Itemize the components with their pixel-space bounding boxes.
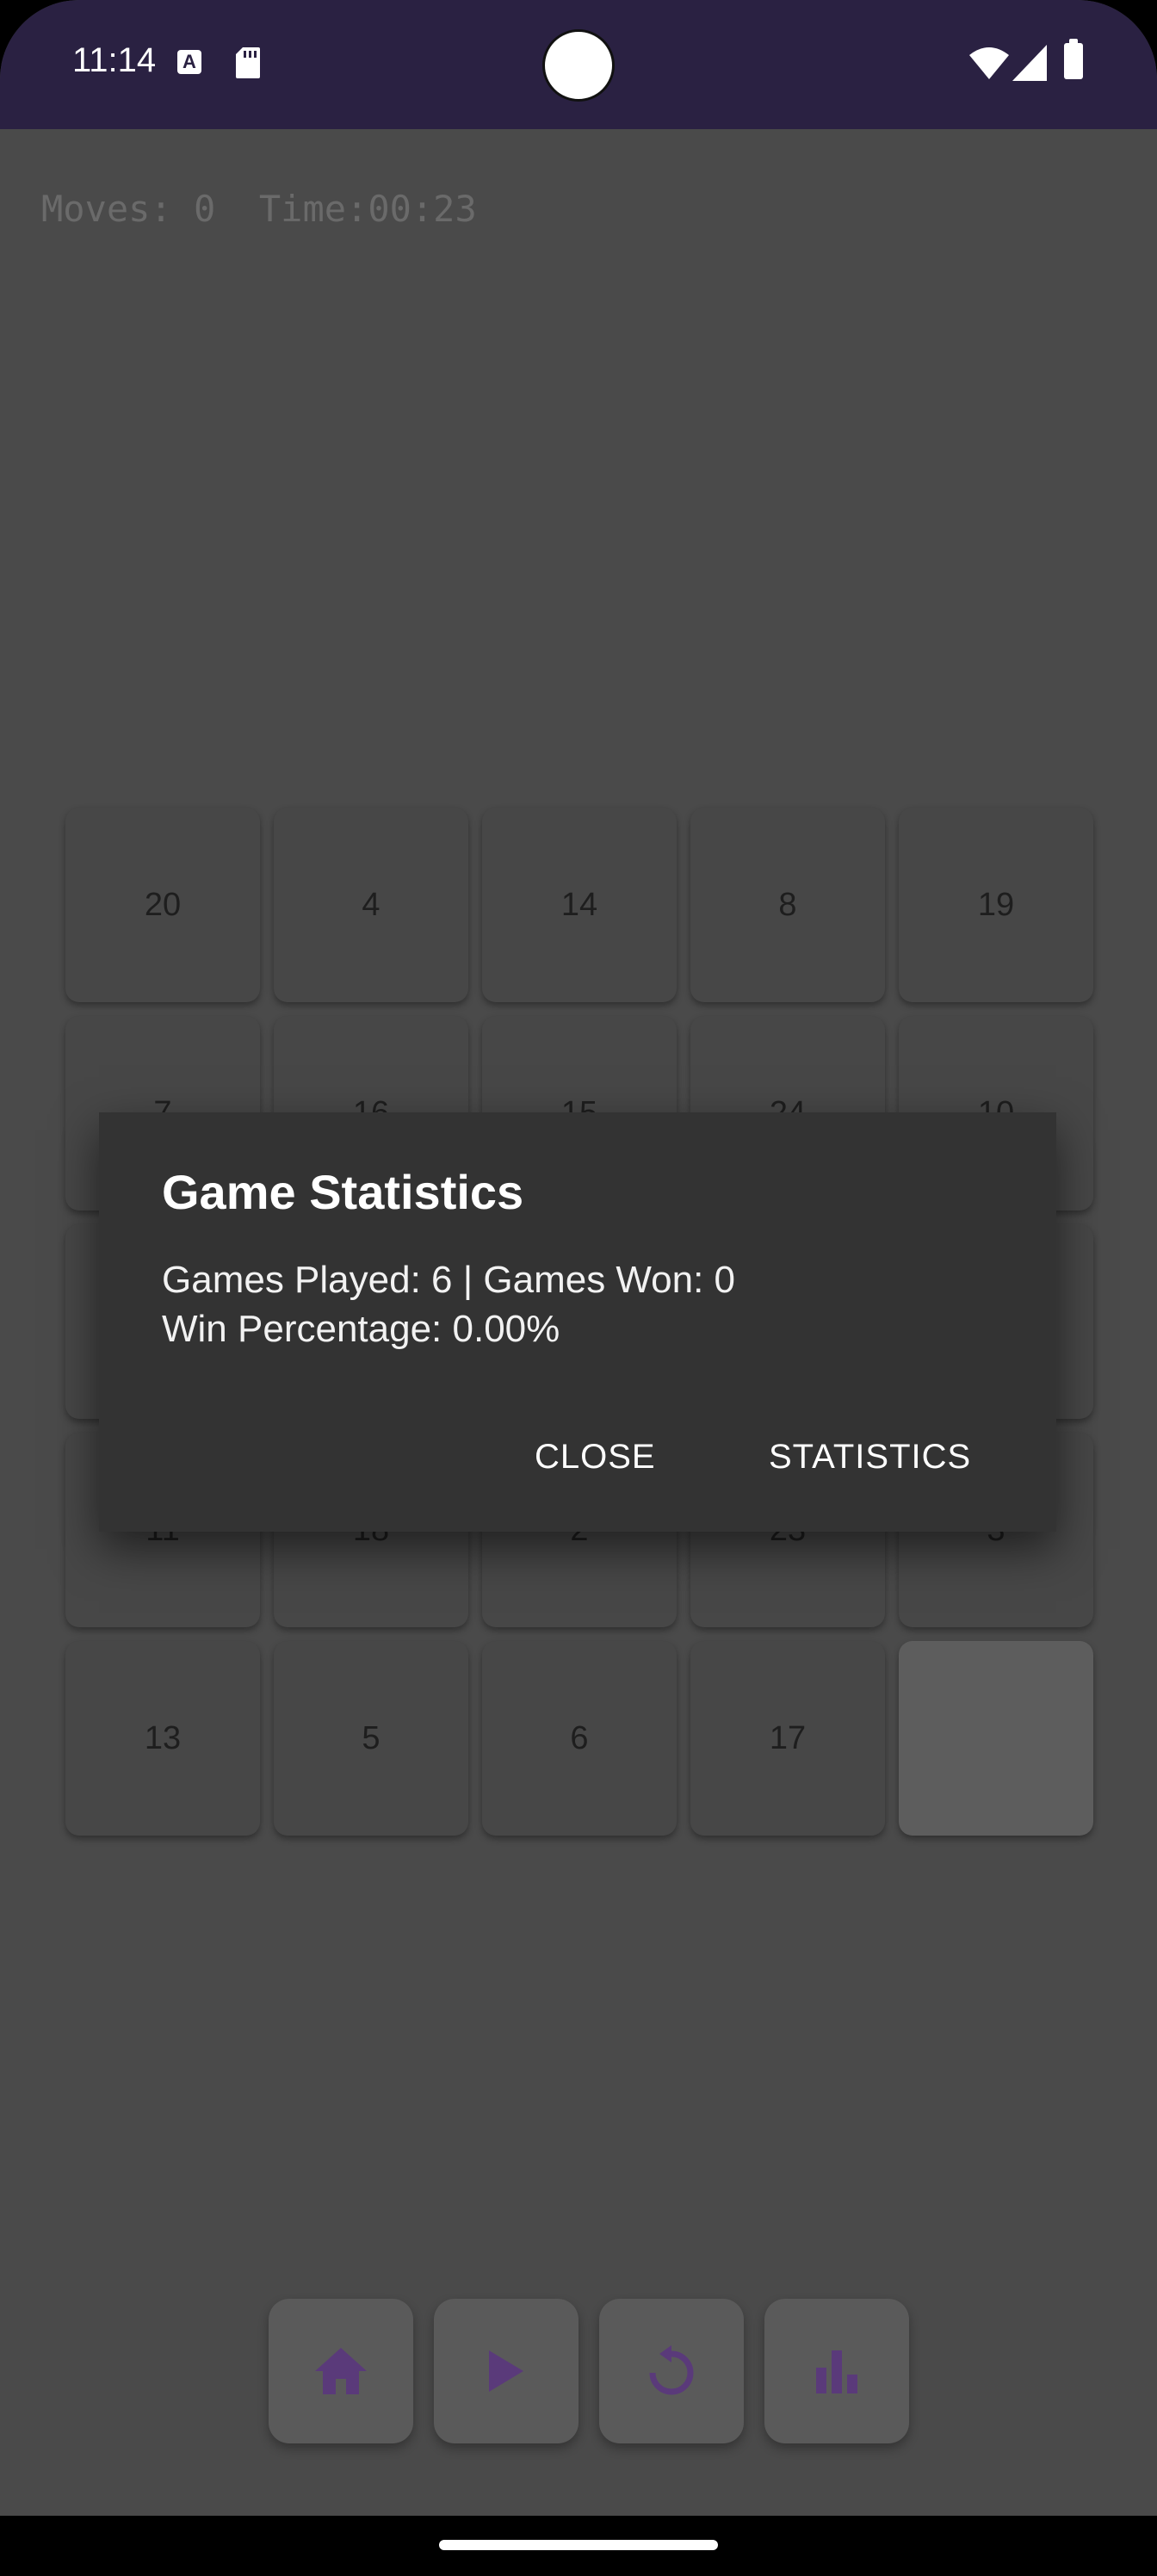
status-time: 11:14 — [72, 41, 157, 79]
tile[interactable]: 8 — [690, 808, 885, 1002]
time-value: 00:23 — [368, 188, 477, 230]
moves-value: 0 — [194, 188, 216, 230]
games-summary: Games Played: 6 | Games Won: 0 — [162, 1259, 736, 1301]
restart-button[interactable] — [599, 2299, 744, 2443]
moves-label: Moves: — [41, 188, 172, 230]
sd-card-icon — [236, 47, 260, 78]
bar-chart-icon — [816, 2350, 857, 2393]
tile[interactable]: 13 — [65, 1641, 260, 1836]
restart-icon — [649, 2345, 694, 2395]
statistics-dialog: Game Statistics Games Played: 6 | Games … — [99, 1112, 1056, 1532]
tile[interactable]: 17 — [690, 1641, 885, 1836]
tile[interactable]: 19 — [899, 808, 1093, 1002]
play-icon — [489, 2350, 523, 2392]
home-icon — [315, 2348, 367, 2394]
signal-icon — [1012, 45, 1047, 81]
wifi-icon — [969, 47, 1009, 79]
control-bar — [269, 2299, 909, 2443]
tile[interactable]: 20 — [65, 808, 260, 1002]
play-button[interactable] — [434, 2299, 578, 2443]
tile[interactable]: 4 — [274, 808, 468, 1002]
tile[interactable]: 6 — [482, 1641, 677, 1836]
statistics-button[interactable] — [764, 2299, 909, 2443]
game-hud: Moves: 0 Time:00:23 — [41, 188, 477, 230]
win-percentage: Win Percentage: 0.00% — [162, 1308, 560, 1350]
time-label: Time: — [258, 188, 368, 230]
screen: 11:14 A Moves: 0 Time:00:23 20 4 14 8 19… — [0, 0, 1157, 2576]
tile[interactable]: 5 — [274, 1641, 468, 1836]
close-button[interactable]: CLOSE — [535, 1438, 656, 1477]
home-gesture-handle[interactable] — [439, 2540, 718, 2550]
battery-icon — [1064, 39, 1083, 79]
empty-tile[interactable] — [899, 1641, 1093, 1836]
statistics-dialog-button[interactable]: STATISTICS — [769, 1438, 971, 1477]
home-button[interactable] — [269, 2299, 413, 2443]
dialog-title: Game Statistics — [162, 1165, 524, 1219]
tile[interactable]: 14 — [482, 808, 677, 1002]
a-icon: A — [177, 50, 201, 74]
dialog-body: Games Played: 6 | Games Won: 0 Win Perce… — [162, 1255, 735, 1353]
camera-cutout — [542, 29, 615, 102]
status-bar: 11:14 A — [0, 0, 1157, 129]
